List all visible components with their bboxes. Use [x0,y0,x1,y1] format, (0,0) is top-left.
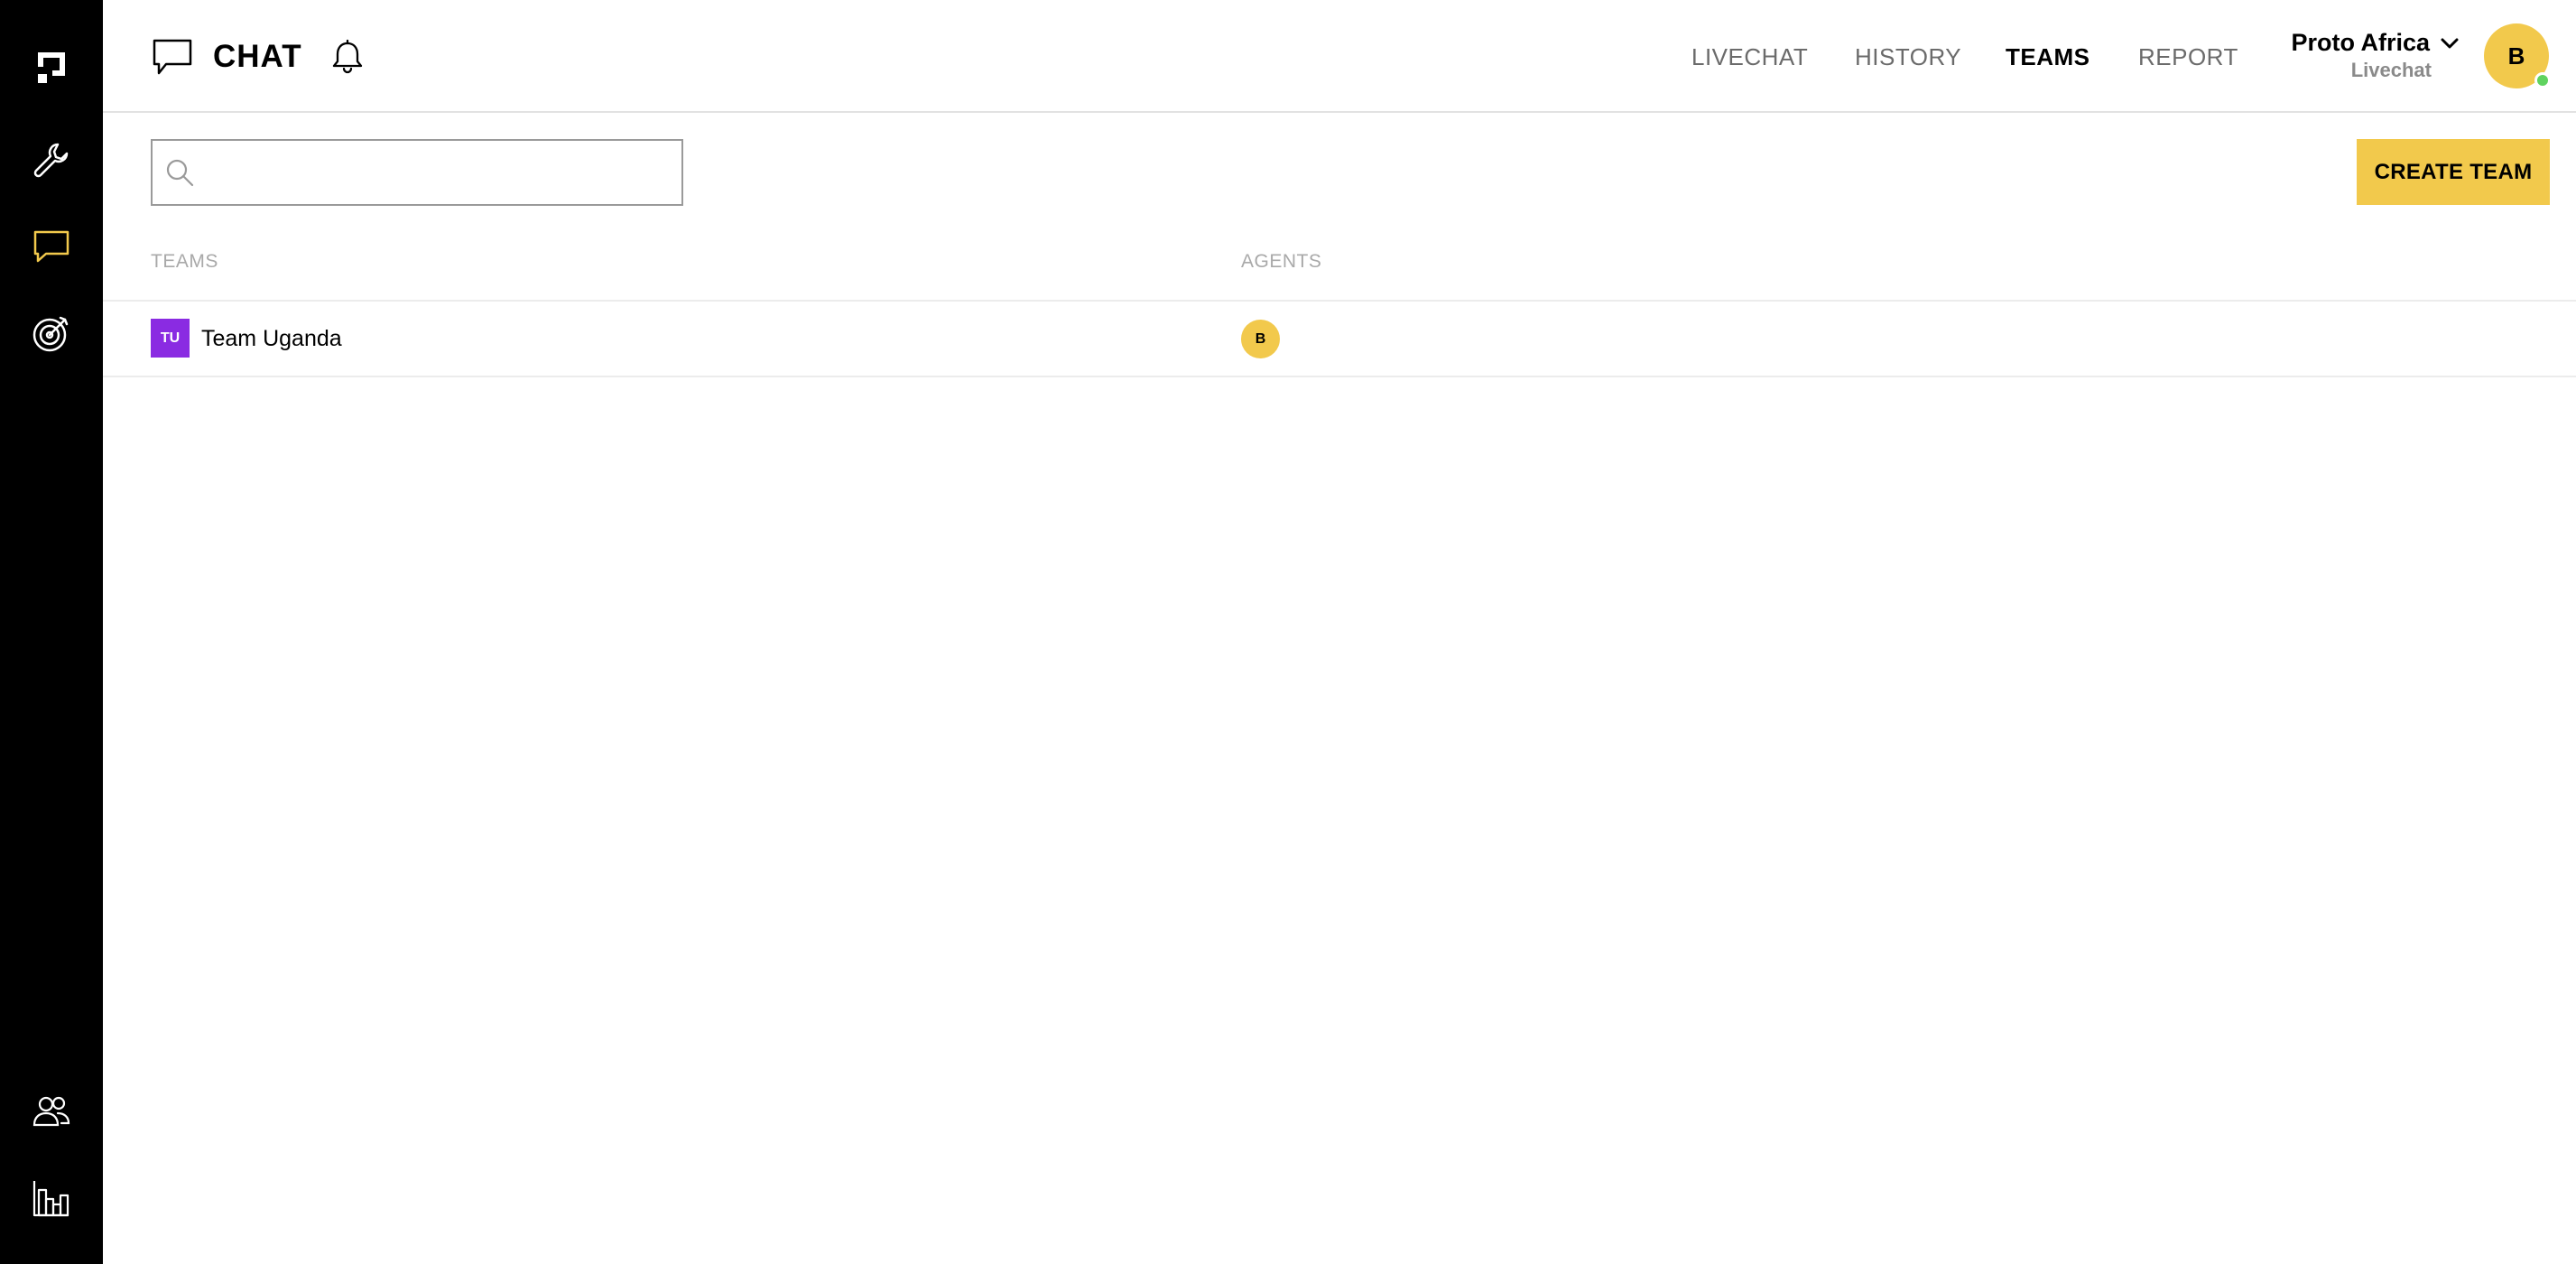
chat-icon [152,36,193,78]
table-row[interactable]: TU Team Uganda B [103,302,2576,376]
search-input[interactable] [196,145,681,200]
chevron-down-icon [2441,38,2459,48]
tab-history[interactable]: HISTORY [1855,43,1961,71]
table-divider [103,376,2576,377]
tab-livechat[interactable]: LIVECHAT [1691,43,1808,71]
bell-icon[interactable] [329,39,366,75]
target-icon[interactable] [0,293,103,374]
page-title: CHAT [213,38,302,74]
top-header: CHAT LIVECHAT HISTORY TEAMS REPORT Proto… [103,0,2576,113]
chat-bubble-icon[interactable] [0,206,103,287]
create-team-button[interactable]: CREATE TEAM [2357,139,2550,205]
team-name[interactable]: Team Uganda [201,326,342,352]
header-brand: CHAT [152,0,366,113]
logo-icon[interactable] [0,27,103,108]
tab-teams[interactable]: TEAMS [2006,43,2090,71]
workspace-name-label: Proto Africa [2291,29,2430,56]
wrench-icon[interactable] [0,119,103,200]
online-status-dot [2534,72,2551,88]
workspace-name: Proto Africa [2291,29,2460,57]
workspace-selector[interactable]: Proto Africa Livechat [2291,29,2460,82]
team-badge: TU [151,319,190,358]
left-rail [0,0,103,1264]
column-header-teams: TEAMS [151,251,218,272]
workspace-sub: Livechat [2350,59,2432,81]
tab-report[interactable]: REPORT [2138,43,2238,71]
column-header-agents: AGENTS [1241,251,1322,272]
users-icon[interactable] [0,1071,103,1152]
bar-chart-icon[interactable] [0,1157,103,1239]
search-field[interactable] [151,139,683,206]
search-icon [166,159,194,187]
agent-avatar[interactable]: B [1241,320,1280,358]
